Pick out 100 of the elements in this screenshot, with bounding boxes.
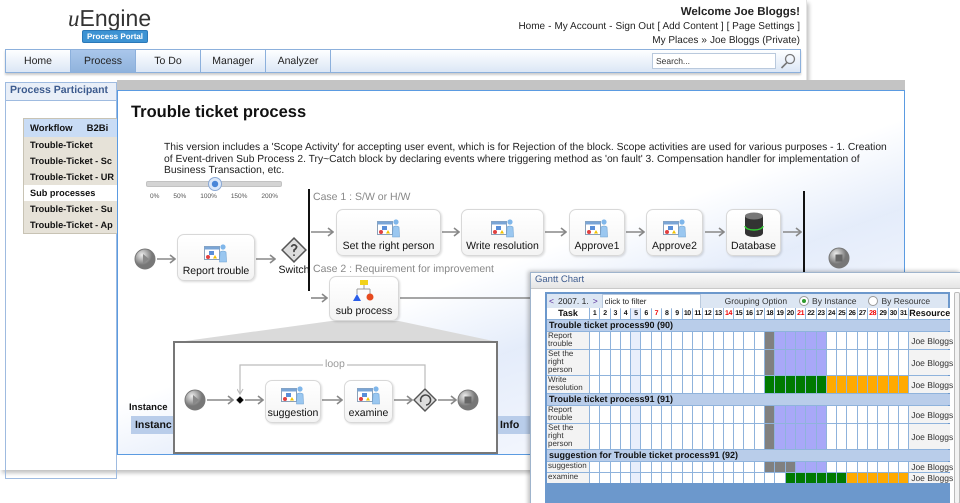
gantt-cell bbox=[620, 350, 630, 375]
nav-tab[interactable]: Analyzer bbox=[266, 50, 331, 72]
task-node[interactable]: Approve2 bbox=[646, 209, 703, 256]
scrollbar[interactable] bbox=[954, 292, 960, 503]
gantt-cell bbox=[714, 424, 723, 449]
gantt-cell bbox=[672, 332, 682, 349]
task-node[interactable]: Report trouble bbox=[177, 234, 255, 281]
task-node[interactable]: Write resolution bbox=[461, 209, 544, 256]
gantt-cell bbox=[682, 332, 692, 349]
gantt-cell bbox=[600, 424, 610, 449]
gantt-cell bbox=[826, 350, 836, 375]
gantt-cell bbox=[662, 462, 672, 472]
case-label: Case 1 : S/W or H/W bbox=[313, 191, 410, 203]
start-event-icon bbox=[184, 389, 206, 411]
zoom-slider-thumb[interactable] bbox=[208, 177, 222, 191]
filter-field[interactable]: click to filter bbox=[602, 294, 701, 308]
gantt-cell bbox=[744, 473, 754, 483]
gantt-cell bbox=[672, 473, 682, 483]
next-month-link[interactable]: > bbox=[592, 296, 598, 306]
gantt-cell bbox=[858, 332, 868, 349]
gantt-cell bbox=[724, 462, 734, 472]
task-node[interactable]: examine bbox=[344, 380, 393, 423]
database-node[interactable]: Database bbox=[726, 209, 781, 256]
prev-month-link[interactable]: < bbox=[549, 296, 554, 306]
header-link[interactable]: [ Add Content ] bbox=[657, 21, 724, 32]
gantt-cell bbox=[631, 473, 640, 483]
gantt-cell bbox=[868, 462, 878, 472]
gantt-cell bbox=[888, 350, 898, 375]
instance-title: Instance bbox=[129, 402, 168, 413]
gantt-cell bbox=[703, 424, 713, 449]
flow-arrow bbox=[322, 395, 343, 405]
gantt-cell bbox=[662, 376, 672, 393]
radio-dot-icon[interactable] bbox=[799, 296, 810, 306]
column-header: Task bbox=[547, 308, 589, 319]
task-node[interactable]: suggestion bbox=[265, 380, 321, 423]
gantt-cell bbox=[703, 462, 713, 472]
task-node[interactable]: Approve1 bbox=[569, 209, 625, 256]
header-link[interactable]: Home bbox=[518, 21, 546, 32]
logo-wordmark: uEngine bbox=[68, 6, 152, 31]
gantt-cell bbox=[703, 350, 713, 375]
gantt-cell bbox=[682, 406, 692, 423]
header-link[interactable]: My Account bbox=[554, 21, 606, 32]
gantt-cell bbox=[692, 332, 702, 349]
group-row: suggestion for Trouble ticket process91 (92) bbox=[547, 450, 950, 461]
flow-arrow bbox=[256, 254, 276, 264]
gantt-cell bbox=[672, 424, 682, 449]
gantt-cell bbox=[734, 332, 744, 349]
gantt-cell bbox=[754, 332, 764, 349]
gantt-cell bbox=[631, 424, 640, 449]
radio-dot-icon[interactable] bbox=[868, 296, 878, 306]
grouping-radio[interactable]: By Instance bbox=[799, 296, 856, 306]
task-node[interactable]: Set the right person bbox=[336, 209, 441, 256]
user-task-icon bbox=[281, 385, 305, 405]
gantt-cell bbox=[878, 462, 888, 472]
header-link[interactable]: [ Page Settings ] bbox=[726, 21, 800, 32]
flow-arrow bbox=[157, 254, 176, 264]
gantt-cell bbox=[631, 376, 640, 393]
search-field[interactable]: Search... bbox=[652, 53, 776, 69]
group-row: Trouble ticket process91 (91) bbox=[547, 394, 950, 405]
gantt-cell bbox=[600, 332, 610, 349]
subprocess-node[interactable]: sub process bbox=[329, 276, 399, 321]
resource-cell: Joe Bloggs bbox=[909, 350, 950, 375]
user-task-icon bbox=[204, 243, 228, 263]
gantt-cell bbox=[847, 350, 857, 375]
gantt-cell bbox=[692, 473, 702, 483]
gantt-cell bbox=[682, 376, 692, 393]
search-icon[interactable] bbox=[780, 53, 796, 69]
breadcrumb-separator: » bbox=[701, 35, 707, 46]
nav-tab[interactable]: Manager bbox=[201, 50, 266, 72]
header-link[interactable]: Sign Out bbox=[616, 21, 654, 32]
flow-arrow bbox=[705, 227, 725, 237]
breadcrumb-link[interactable]: My Places bbox=[652, 35, 698, 46]
gantt-cell bbox=[590, 406, 600, 423]
gantt-cell bbox=[837, 462, 846, 472]
gantt-cell bbox=[692, 350, 702, 375]
gantt-cell bbox=[590, 424, 600, 449]
gantt-cell bbox=[734, 376, 744, 393]
gantt-cell bbox=[858, 350, 868, 375]
breadcrumb-link[interactable]: Joe Bloggs (Private) bbox=[710, 35, 800, 46]
gantt-cell bbox=[898, 332, 908, 349]
workflow-group[interactable]: Sub processes bbox=[24, 185, 119, 201]
gantt-cell bbox=[714, 462, 723, 472]
flow-arrow bbox=[626, 227, 645, 237]
gantt-cell bbox=[610, 406, 620, 423]
group-row: Trouble ticket process90 (90) bbox=[547, 320, 950, 331]
nav-tab[interactable]: Process bbox=[71, 50, 136, 72]
nav-tab[interactable]: To Do bbox=[136, 50, 201, 72]
gantt-cell bbox=[744, 350, 754, 375]
resource-cell: Joe Bloggs bbox=[909, 462, 950, 472]
workflow-column-header: B2Bi bbox=[86, 122, 108, 134]
gantt-cell bbox=[744, 332, 754, 349]
gantt-cell bbox=[652, 376, 662, 393]
gantt-cell bbox=[692, 406, 702, 423]
case-label: Case 2 : Requirement for improvement bbox=[313, 263, 494, 275]
panel-title: Process Participant bbox=[5, 82, 117, 101]
gantt-cell bbox=[826, 462, 836, 472]
link-separator: - bbox=[548, 21, 552, 32]
gantt-cell bbox=[878, 350, 888, 375]
grouping-radio[interactable]: By Resource bbox=[868, 296, 930, 306]
gantt-cell bbox=[888, 462, 898, 472]
